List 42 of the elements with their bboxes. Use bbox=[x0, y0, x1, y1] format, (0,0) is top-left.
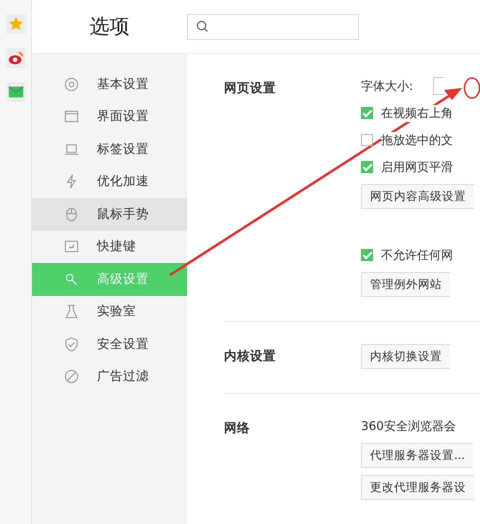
description-text: 360安全浏览器会 bbox=[361, 418, 456, 434]
search-icon bbox=[196, 20, 209, 33]
mouse-icon bbox=[64, 206, 79, 222]
settings-button[interactable]: 网页内容高级设置 bbox=[361, 184, 474, 209]
key-icon bbox=[64, 239, 79, 254]
laptop-icon bbox=[64, 142, 79, 157]
menu-item[interactable]: 基本设置 bbox=[32, 68, 187, 100]
block-icon bbox=[64, 369, 79, 384]
menu-item[interactable]: 鼠标手势 bbox=[32, 198, 187, 230]
shield-icon bbox=[64, 336, 79, 352]
menu-item[interactable]: 快捷键 bbox=[32, 230, 187, 263]
settings-button[interactable]: 代理服务器设置... bbox=[361, 443, 473, 468]
checkbox-label: 不允许任何网 bbox=[381, 246, 453, 264]
checkbox-label: 在视频右上角 bbox=[381, 104, 453, 122]
checkbox-label: 启用网页平滑 bbox=[381, 158, 453, 176]
menu-item[interactable]: 广告过滤 bbox=[32, 360, 187, 393]
menu-item[interactable]: 界面设置 bbox=[32, 100, 187, 133]
settings-button[interactable]: 更改代理服务器设 bbox=[361, 475, 474, 500]
checkbox[interactable] bbox=[361, 249, 373, 261]
gear-icon bbox=[64, 76, 79, 92]
checkbox[interactable] bbox=[361, 134, 373, 146]
flask-icon bbox=[64, 304, 79, 320]
settings-button[interactable]: 内核切换设置 bbox=[361, 344, 450, 369]
menu-item[interactable]: 优化加速 bbox=[32, 166, 187, 198]
section-title: 内核设置 bbox=[224, 347, 277, 365]
eye-logo-icon[interactable] bbox=[6, 48, 26, 68]
checkbox-label: 拖放选中的文 bbox=[381, 132, 453, 148]
field-label: 字体大小: bbox=[361, 78, 414, 94]
checkbox[interactable] bbox=[361, 161, 373, 173]
page-title: 选项 bbox=[88, 13, 130, 40]
bolt-icon bbox=[64, 174, 79, 190]
window-icon bbox=[64, 109, 79, 124]
menu-item[interactable]: 实验室 bbox=[32, 296, 187, 328]
menu-item[interactable]: 安全设置 bbox=[32, 328, 187, 360]
checkbox[interactable] bbox=[361, 107, 373, 119]
font-size-dropdown[interactable] bbox=[433, 77, 444, 95]
mail-icon[interactable] bbox=[6, 82, 26, 102]
section-title: 网络 bbox=[224, 419, 251, 437]
settings-button[interactable]: 管理例外网站 bbox=[361, 272, 450, 297]
search-field[interactable] bbox=[187, 14, 359, 40]
section-title: 网页设置 bbox=[224, 79, 277, 97]
menu-item[interactable]: 标签设置 bbox=[32, 133, 187, 166]
